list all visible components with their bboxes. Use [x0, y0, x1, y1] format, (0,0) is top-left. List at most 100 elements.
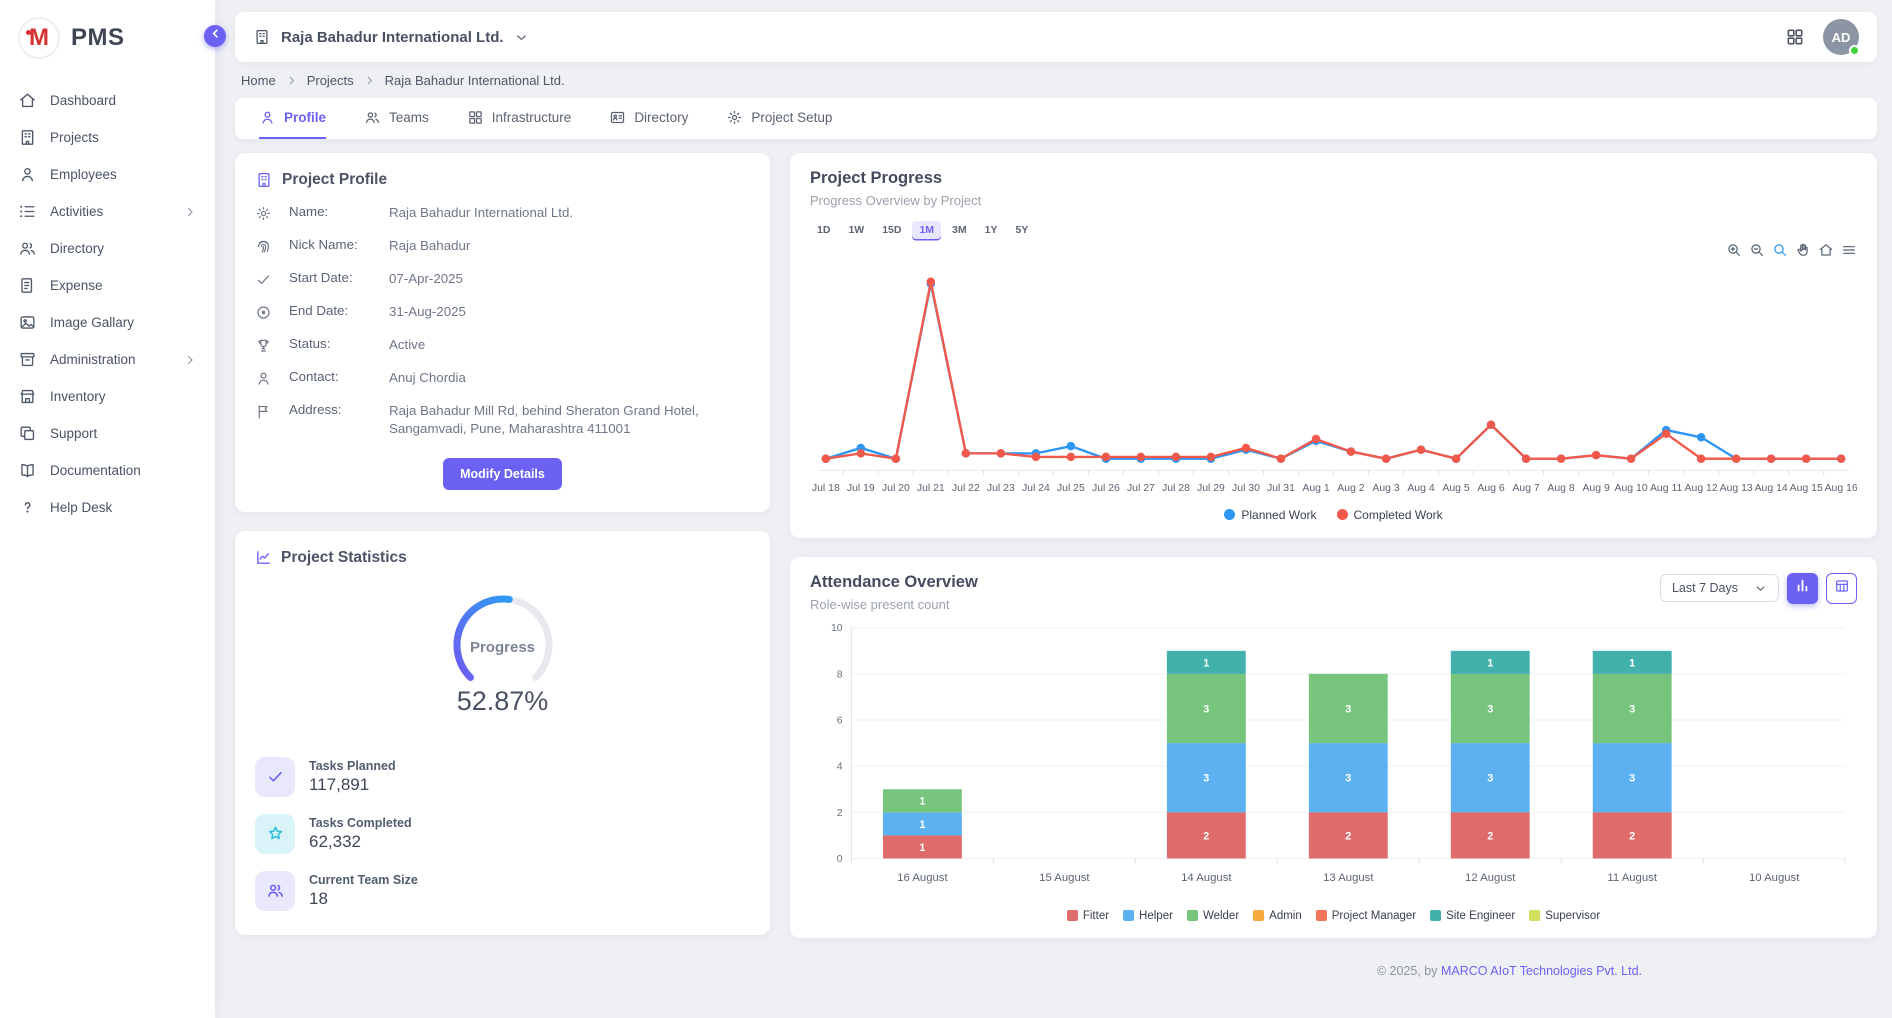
statistics-card-title: Project Statistics: [281, 549, 407, 567]
company-switcher[interactable]: Raja Bahadur International Ltd.: [253, 28, 529, 46]
zoom-out-icon[interactable]: [1749, 242, 1765, 258]
sidebar-item-expense[interactable]: Expense: [0, 268, 215, 303]
legend-label: Site Engineer: [1446, 910, 1515, 922]
range-button-15d[interactable]: 15D: [875, 221, 908, 239]
range-button-5y[interactable]: 5Y: [1008, 221, 1035, 239]
book-icon: [18, 461, 37, 480]
fingerprint-icon: [255, 238, 275, 255]
building-icon: [255, 171, 273, 189]
tab-directory[interactable]: Directory: [609, 98, 688, 139]
flag-icon: [255, 403, 275, 420]
sidebar-item-employees[interactable]: Employees: [0, 157, 215, 192]
sidebar-item-label: Administration: [50, 352, 170, 367]
tab-infrastructure[interactable]: Infrastructure: [467, 98, 572, 139]
building-icon: [18, 128, 37, 147]
modify-details-button[interactable]: Modify Details: [443, 458, 562, 490]
breadcrumb-item[interactable]: Projects: [307, 73, 354, 88]
range-button-1y[interactable]: 1Y: [978, 221, 1005, 239]
sidebar-item-label: Activities: [50, 204, 170, 219]
legend-label: Supervisor: [1545, 910, 1600, 922]
stat-value: 62,332: [309, 832, 412, 852]
idcard-icon: [609, 109, 626, 126]
svg-text:2: 2: [1487, 830, 1493, 842]
range-button-3m[interactable]: 3M: [945, 221, 974, 239]
legend-item-site-engineer[interactable]: Site Engineer: [1430, 910, 1515, 922]
sidebar-item-label: Projects: [50, 130, 197, 145]
svg-text:Aug 14: Aug 14: [1755, 483, 1788, 494]
sidebar-item-support[interactable]: Support: [0, 416, 215, 451]
table-view-button[interactable]: [1826, 573, 1857, 604]
home-icon[interactable]: [1818, 242, 1834, 258]
svg-text:Aug 4: Aug 4: [1407, 483, 1435, 494]
sidebar-item-inventory[interactable]: Inventory: [0, 379, 215, 414]
tab-label: Teams: [389, 110, 429, 125]
tab-label: Profile: [284, 110, 326, 125]
magnifier-icon[interactable]: [1772, 242, 1788, 258]
avatar-initials: AD: [1832, 30, 1851, 45]
legend-item-admin[interactable]: Admin: [1253, 910, 1302, 922]
avatar[interactable]: AD: [1823, 19, 1859, 55]
date-range-value: Last 7 Days: [1672, 581, 1738, 595]
attendance-overview-card: Attendance Overview Role-wise present co…: [790, 557, 1877, 938]
field-label: Name:: [289, 204, 375, 219]
svg-text:Aug 13: Aug 13: [1720, 483, 1753, 494]
sidebar-item-directory[interactable]: Directory: [0, 231, 215, 266]
tab-teams[interactable]: Teams: [364, 98, 429, 139]
zoom-in-icon[interactable]: [1726, 242, 1742, 258]
sidebar-item-dashboard[interactable]: Dashboard: [0, 83, 215, 118]
legend-item-supervisor[interactable]: Supervisor: [1529, 910, 1600, 922]
breadcrumb-item[interactable]: Home: [241, 73, 276, 88]
tab-profile[interactable]: Profile: [259, 98, 326, 139]
svg-text:2: 2: [1203, 830, 1209, 842]
svg-text:Aug 10: Aug 10: [1615, 483, 1648, 494]
apps-grid-icon[interactable]: [1785, 27, 1805, 47]
range-button-1m[interactable]: 1M: [912, 221, 941, 239]
profile-field-contact: Contact:Anuj Chordia: [255, 369, 750, 387]
sidebar-item-administration[interactable]: Administration: [0, 342, 215, 377]
legend-swatch: [1067, 910, 1078, 921]
pan-icon[interactable]: [1795, 242, 1811, 258]
progress-legend: Planned Work Completed Work: [810, 508, 1857, 528]
svg-text:Jul 20: Jul 20: [882, 483, 910, 494]
legend-swatch: [1187, 910, 1198, 921]
legend-item-completed-work[interactable]: Completed Work: [1337, 508, 1443, 522]
sidebar-item-projects[interactable]: Projects: [0, 120, 215, 155]
range-button-1w[interactable]: 1W: [841, 221, 871, 239]
sidebar-item-activities[interactable]: Activities: [0, 194, 215, 229]
progress-gauge: Progress: [408, 581, 598, 698]
range-buttons: 1D1W15D1M3M1Y5Y: [810, 221, 1857, 239]
legend-item-welder[interactable]: Welder: [1187, 910, 1239, 922]
legend-item-project-manager[interactable]: Project Manager: [1316, 910, 1416, 922]
main-content: Raja Bahadur International Ltd. AD Home P…: [215, 0, 1892, 1018]
store-icon: [18, 387, 37, 406]
sidebar-item-image-gallary[interactable]: Image Gallary: [0, 305, 215, 340]
svg-text:Aug 12: Aug 12: [1685, 483, 1718, 494]
profile-fields: Name:Raja Bahadur International Ltd.Nick…: [255, 204, 750, 438]
sidebar-item-documentation[interactable]: Documentation: [0, 453, 215, 488]
legend-item-helper[interactable]: Helper: [1123, 910, 1173, 922]
footer-company-link[interactable]: MARCO AIoT Technologies Pvt. Ltd.: [1441, 964, 1642, 978]
svg-text:Jul 21: Jul 21: [917, 483, 945, 494]
attendance-title: Attendance Overview: [810, 573, 978, 592]
header-actions: AD: [1785, 19, 1859, 55]
menu-icon[interactable]: [1841, 242, 1857, 258]
svg-text:Jul 29: Jul 29: [1197, 483, 1225, 494]
date-range-select[interactable]: Last 7 Days: [1660, 574, 1779, 602]
svg-text:6: 6: [837, 715, 843, 726]
sidebar-collapse-button[interactable]: [204, 25, 226, 47]
svg-text:2: 2: [1629, 830, 1635, 842]
online-status-dot: [1849, 45, 1860, 56]
tab-project-setup[interactable]: Project Setup: [726, 98, 832, 139]
legend-item-planned-work[interactable]: Planned Work: [1224, 508, 1316, 522]
sidebar-nav: Dashboard Projects Employees Activities Dire…: [0, 83, 215, 525]
bar-view-button[interactable]: [1787, 573, 1818, 604]
svg-text:Aug 8: Aug 8: [1547, 483, 1575, 494]
progress-chart-title: Project Progress: [810, 169, 1857, 188]
sidebar-item-help-desk[interactable]: Help Desk: [0, 490, 215, 525]
attendance-legend: Fitter Helper Welder Admin Project Manager Si…: [810, 910, 1857, 928]
range-button-1d[interactable]: 1D: [810, 221, 837, 239]
stat-value: 117,891: [309, 775, 396, 795]
legend-item-fitter[interactable]: Fitter: [1067, 910, 1109, 922]
stat-label: Tasks Planned: [309, 759, 396, 773]
plot-toolbar: [810, 241, 1857, 259]
